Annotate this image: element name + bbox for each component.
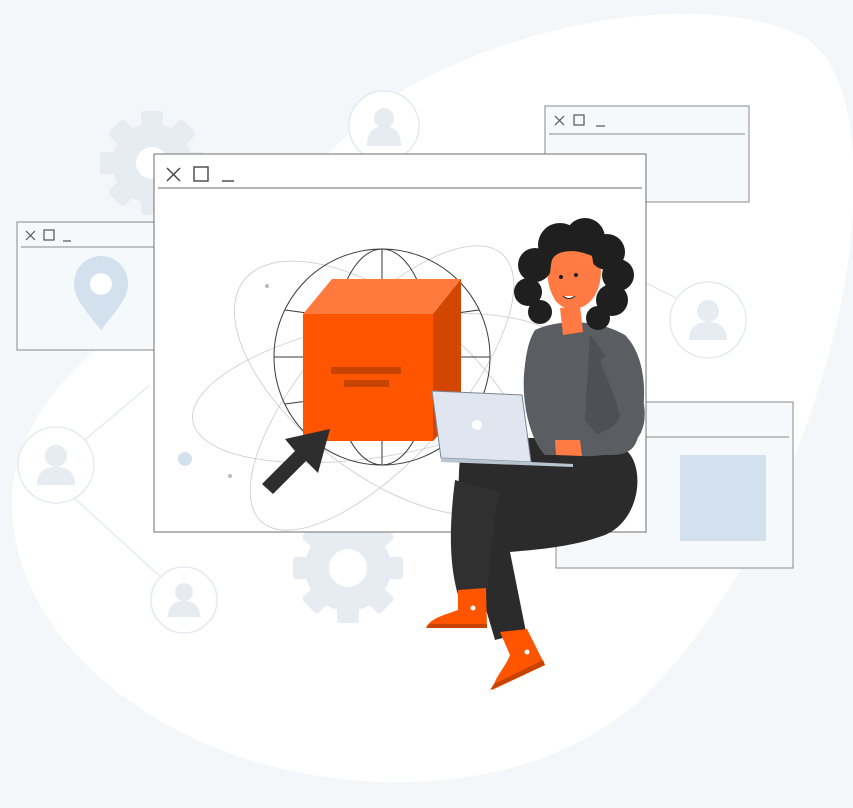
user-icon [348,90,420,162]
user-icon [150,566,218,634]
user-icon [669,281,747,359]
user-icon [17,426,95,504]
illustration [11,13,853,783]
image-placeholder [680,455,766,541]
window-location [16,221,178,351]
decorative-dot [265,284,269,288]
decorative-dot [178,452,192,466]
decorative-dot [228,474,232,478]
